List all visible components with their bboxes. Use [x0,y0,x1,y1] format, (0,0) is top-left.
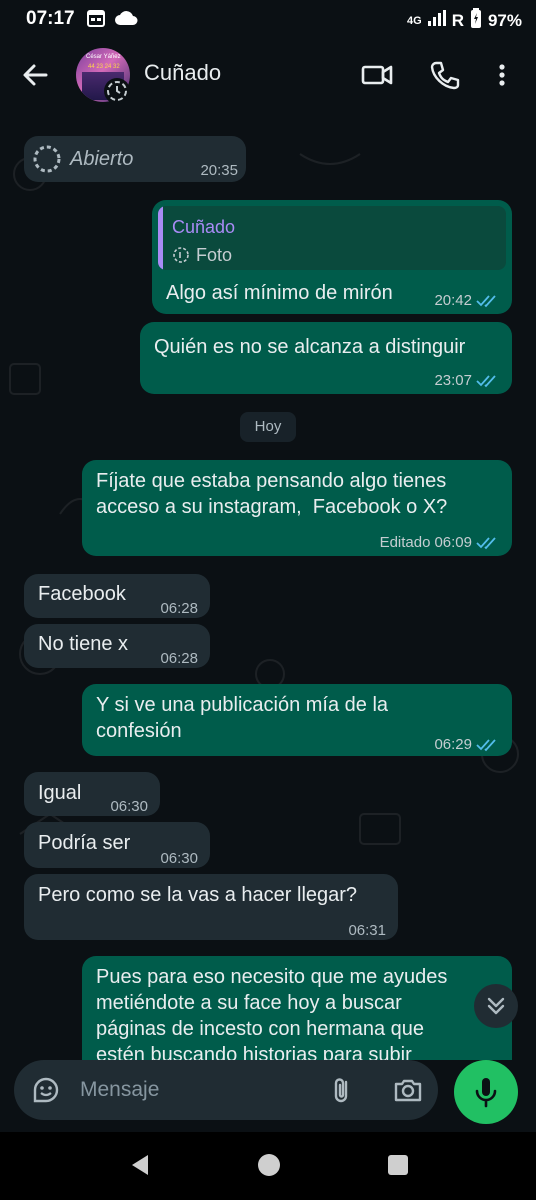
status-right: 4G R 97% [407,8,522,33]
message-meta: 23:07 [434,368,500,394]
quote-bar [158,206,163,270]
calendar-icon [86,8,106,33]
read-ticks-icon [476,375,496,388]
message-outgoing[interactable]: Pues para eso necesito que me ayudes met… [82,956,512,1060]
system-nav-bar [0,1132,536,1200]
message-text-line: Fíjate que estaba pensando algo tienes [96,470,447,492]
message-time: 06:28 [160,600,198,617]
message-text-line: Y si ve una publicación mía de la [96,694,389,716]
status-bar: 07:17 4G R 97% [0,0,536,36]
mic-button[interactable] [454,1060,518,1124]
message-text: Pero como se la vas a hacer llegar? [38,884,358,906]
read-ticks-icon [476,739,496,752]
message-outgoing[interactable]: Cuñado Foto Algo así mínimo de mirón 20:… [152,200,512,314]
message-outgoing[interactable]: Quién es no se alcanza a distinguir 23:0… [140,322,512,394]
status-ring-icon [104,78,130,104]
message-text-line: páginas de incesto con hermana que [96,1018,425,1040]
message-text: Podría ser [38,832,131,854]
message-text: Facebook [38,583,126,605]
contact-name[interactable]: Cuñado [144,60,221,86]
nav-back-button[interactable] [128,1152,154,1183]
message-input-box[interactable]: Mensaje [14,1060,438,1120]
message-time: 06:28 [160,650,198,667]
avatar-text-1: César Yáñez [86,54,121,60]
message-time: 06:31 [348,922,386,939]
message-time: 23:07 [434,372,472,389]
message-time: 06:30 [160,850,198,867]
chat-header: César Yáñez 44 23 24 32 Cuñado [0,36,536,114]
message-outgoing[interactable]: Fíjate que estaba pensando algo tienes a… [82,460,512,556]
message-incoming[interactable]: Abierto 20:35 [24,136,246,182]
message-meta: 06:29 [434,732,500,758]
read-ticks-icon [476,295,496,308]
composer: Mensaje [0,1052,536,1132]
more-options-button[interactable] [492,58,512,92]
view-once-icon [32,144,62,181]
message-text-line: Pues para eso necesito que me ayudes [96,966,448,988]
nav-recents-button[interactable] [386,1152,410,1183]
battery-percent: 97% [487,10,522,30]
scroll-to-bottom-button[interactable] [474,984,518,1028]
message-text: Abierto [70,148,134,170]
quote-content: Foto [172,242,232,268]
message-text-line: metiéndote a su face hoy a buscar [96,992,402,1014]
sticker-emoji-button[interactable] [30,1074,62,1106]
status-time: 07:17 [26,8,75,29]
message-time: 06:09 [434,534,472,551]
message-time: 20:35 [200,162,238,179]
message-input[interactable]: Mensaje [80,1078,159,1102]
message-text-line: confesión [96,720,182,742]
video-call-button[interactable] [360,58,394,92]
message-time: 06:30 [110,798,148,815]
nav-home-button[interactable] [256,1152,282,1183]
message-time: 20:42 [434,292,472,309]
day-separator: Hoy [240,412,296,442]
attach-button[interactable] [326,1074,358,1106]
edited-label: Editado [379,534,431,551]
camera-button[interactable] [392,1074,424,1106]
message-incoming[interactable]: No tiene x 06:28 [24,624,210,668]
cloud-icon [114,10,138,31]
message-text: No tiene x [38,633,129,655]
message-incoming[interactable]: Facebook 06:28 [24,574,210,618]
view-once-icon [173,247,189,263]
network-label: 4G [407,14,422,27]
message-incoming[interactable]: Igual 06:30 [24,772,160,816]
quote-text: Foto [196,245,233,265]
message-text: Algo así mínimo de mirón [166,282,393,304]
message-meta: 20:42 [434,288,500,314]
message-text-line: acceso a su instagram, Facebook o X? [96,496,448,518]
message-incoming[interactable]: Pero como se la vas a hacer llegar? 06:3… [24,874,398,940]
message-incoming[interactable]: Podría ser 06:30 [24,822,210,868]
message-outgoing[interactable]: Y si ve una publicación mía de la confes… [82,684,512,756]
back-button[interactable] [18,58,52,92]
read-ticks-icon [476,537,496,550]
chat-area[interactable]: Abierto 20:35 Cuñado Foto Algo así mínim… [0,114,536,1060]
battery-icon [470,8,482,33]
quote-author: Cuñado [172,217,236,237]
roaming-label: R [451,10,464,30]
avatar-text-2: 44 23 24 32 [88,64,120,70]
message-time: 06:29 [434,736,472,753]
message-text: Igual [38,782,82,804]
voice-call-button[interactable] [428,58,462,92]
message-text: Quién es no se alcanza a distinguir [154,336,466,358]
signal-icon [427,10,446,31]
quoted-message[interactable]: Cuñado Foto [158,206,506,270]
message-meta: Editado 06:09 [380,530,500,556]
